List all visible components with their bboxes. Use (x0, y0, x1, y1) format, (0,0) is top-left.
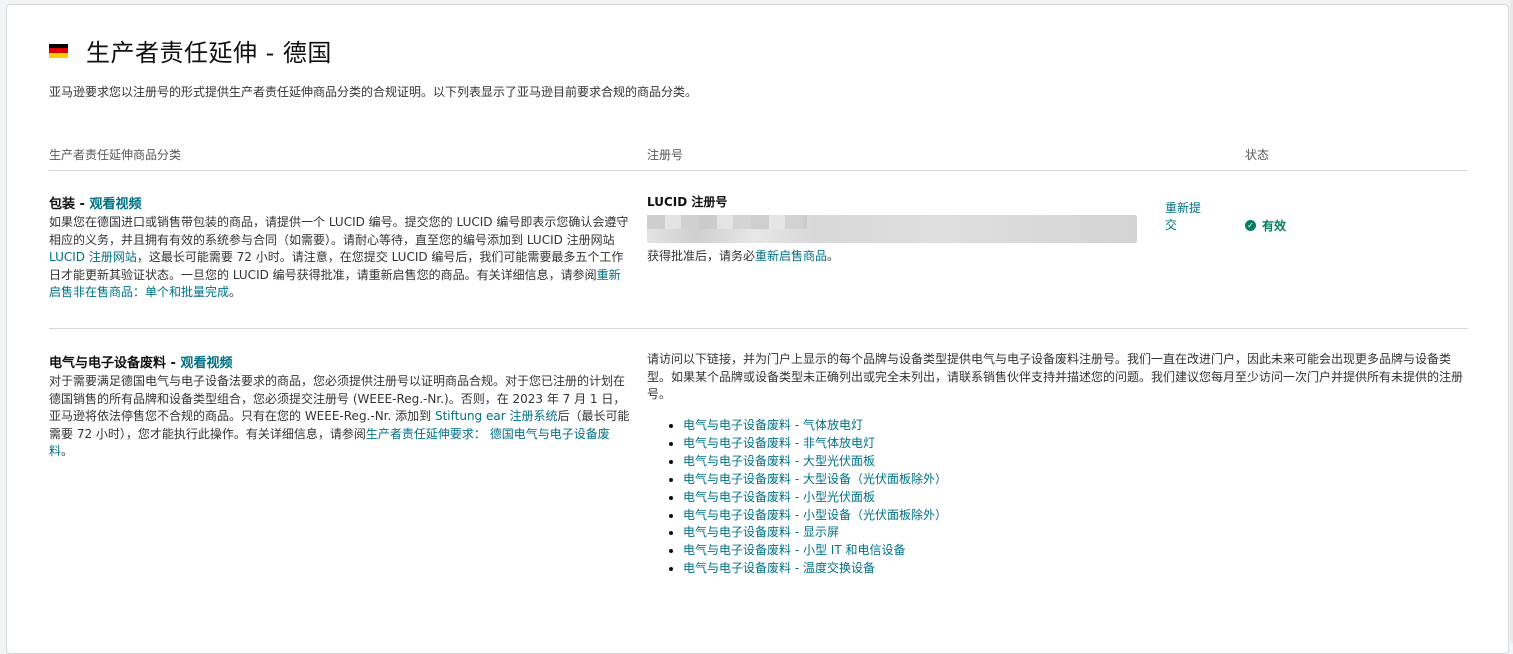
packaging-title: 包装 - 观看视频 (49, 197, 142, 212)
weee-link-small-equipment[interactable]: 电气与电子设备废料 - 小型设备（光伏面板除外） (683, 508, 947, 522)
weee-link-non-gas-lamps[interactable]: 电气与电子设备废料 - 非气体放电灯 (683, 436, 875, 450)
list-item: 电气与电子设备废料 - 大型设备（光伏面板除外） (683, 471, 947, 489)
stiftung-ear-link[interactable]: Stiftung ear 注册系统 (435, 409, 558, 423)
list-item: 电气与电子设备废料 - 显示屏 (683, 524, 947, 542)
weee-description: 对于需要满足德国电气与电子设备法要求的商品，您必须提供注册号以证明商品合规。对于… (49, 374, 630, 458)
packaging-description: 如果您在德国进口或销售带包装的商品，请提供一个 LUCID 编号。提交您的 LU… (49, 215, 629, 299)
list-item: 电气与电子设备废料 - 小型设备（光伏面板除外） (683, 507, 947, 525)
column-header-registration: 注册号 (647, 148, 684, 162)
list-item: 电气与电子设备废料 - 小型光伏面板 (683, 489, 947, 507)
weee-link-small-it[interactable]: 电气与电子设备废料 - 小型 IT 和电信设备 (683, 543, 905, 557)
header-divider (49, 170, 1468, 171)
weee-link-small-pv-panels[interactable]: 电气与电子设备废料 - 小型光伏面板 (683, 490, 875, 504)
lucid-registration-value-masked (647, 215, 1137, 243)
weee-portal-instructions: 请访问以下链接，并为门户上显示的每个品牌与设备类型提供电气与电子设备废料注册号。… (647, 352, 1464, 401)
germany-flag-icon (49, 43, 68, 58)
lucid-registry-link[interactable]: LUCID 注册网站 (49, 250, 137, 264)
epr-card: 生产者责任延伸 - 德国 亚马逊要求您以注册号的形式提供生产者责任延伸商品分类的… (6, 4, 1509, 654)
packaging-name: 包装 (49, 197, 76, 212)
packaging-video-link[interactable]: 观看视频 (89, 197, 141, 212)
weee-name: 电气与电子设备废料 (49, 356, 167, 371)
approval-note: 获得批准后，请务必重新启售商品。 (647, 249, 840, 263)
list-item: 电气与电子设备废料 - 气体放电灯 (683, 417, 947, 435)
check-circle-icon: ✓ (1245, 220, 1256, 231)
weee-category-links: 电气与电子设备废料 - 气体放电灯 电气与电子设备废料 - 非气体放电灯 电气与… (667, 417, 947, 578)
weee-link-temperature-exchange[interactable]: 电气与电子设备废料 - 温度交换设备 (683, 561, 875, 575)
weee-link-large-equipment[interactable]: 电气与电子设备废料 - 大型设备（光伏面板除外） (683, 472, 947, 486)
column-header-status: 状态 (1245, 148, 1270, 162)
list-item: 电气与电子设备废料 - 大型光伏面板 (683, 453, 947, 471)
weee-link-gas-discharge-lamps[interactable]: 电气与电子设备废料 - 气体放电灯 (683, 418, 863, 432)
weee-link-large-pv-panels[interactable]: 电气与电子设备废料 - 大型光伏面板 (683, 454, 875, 468)
weee-video-link[interactable]: 观看视频 (180, 356, 232, 371)
weee-link-screens[interactable]: 电气与电子设备废料 - 显示屏 (683, 525, 839, 539)
page-title: 生产者责任延伸 - 德国 (86, 39, 332, 67)
list-item: 电气与电子设备废料 - 温度交换设备 (683, 560, 947, 578)
page-header: 生产者责任延伸 - 德国 (49, 33, 332, 68)
row-divider (49, 328, 1468, 329)
resubmit-button[interactable]: 重新提交 (1165, 200, 1209, 234)
status-text: 有效 (1262, 219, 1287, 233)
weee-title: 电气与电子设备废料 - 观看视频 (49, 356, 233, 371)
lucid-registration-label: LUCID 注册号 (647, 195, 728, 209)
status-badge: ✓ 有效 (1245, 217, 1286, 234)
list-item: 电气与电子设备废料 - 非气体放电灯 (683, 435, 947, 453)
intro-text: 亚马逊要求您以注册号的形式提供生产者责任延伸商品分类的合规证明。以下列表显示了亚… (49, 85, 698, 99)
column-header-category: 生产者责任延伸商品分类 (49, 148, 182, 162)
relist-products-link[interactable]: 重新启售商品 (755, 249, 827, 263)
list-item: 电气与电子设备废料 - 小型 IT 和电信设备 (683, 542, 947, 560)
